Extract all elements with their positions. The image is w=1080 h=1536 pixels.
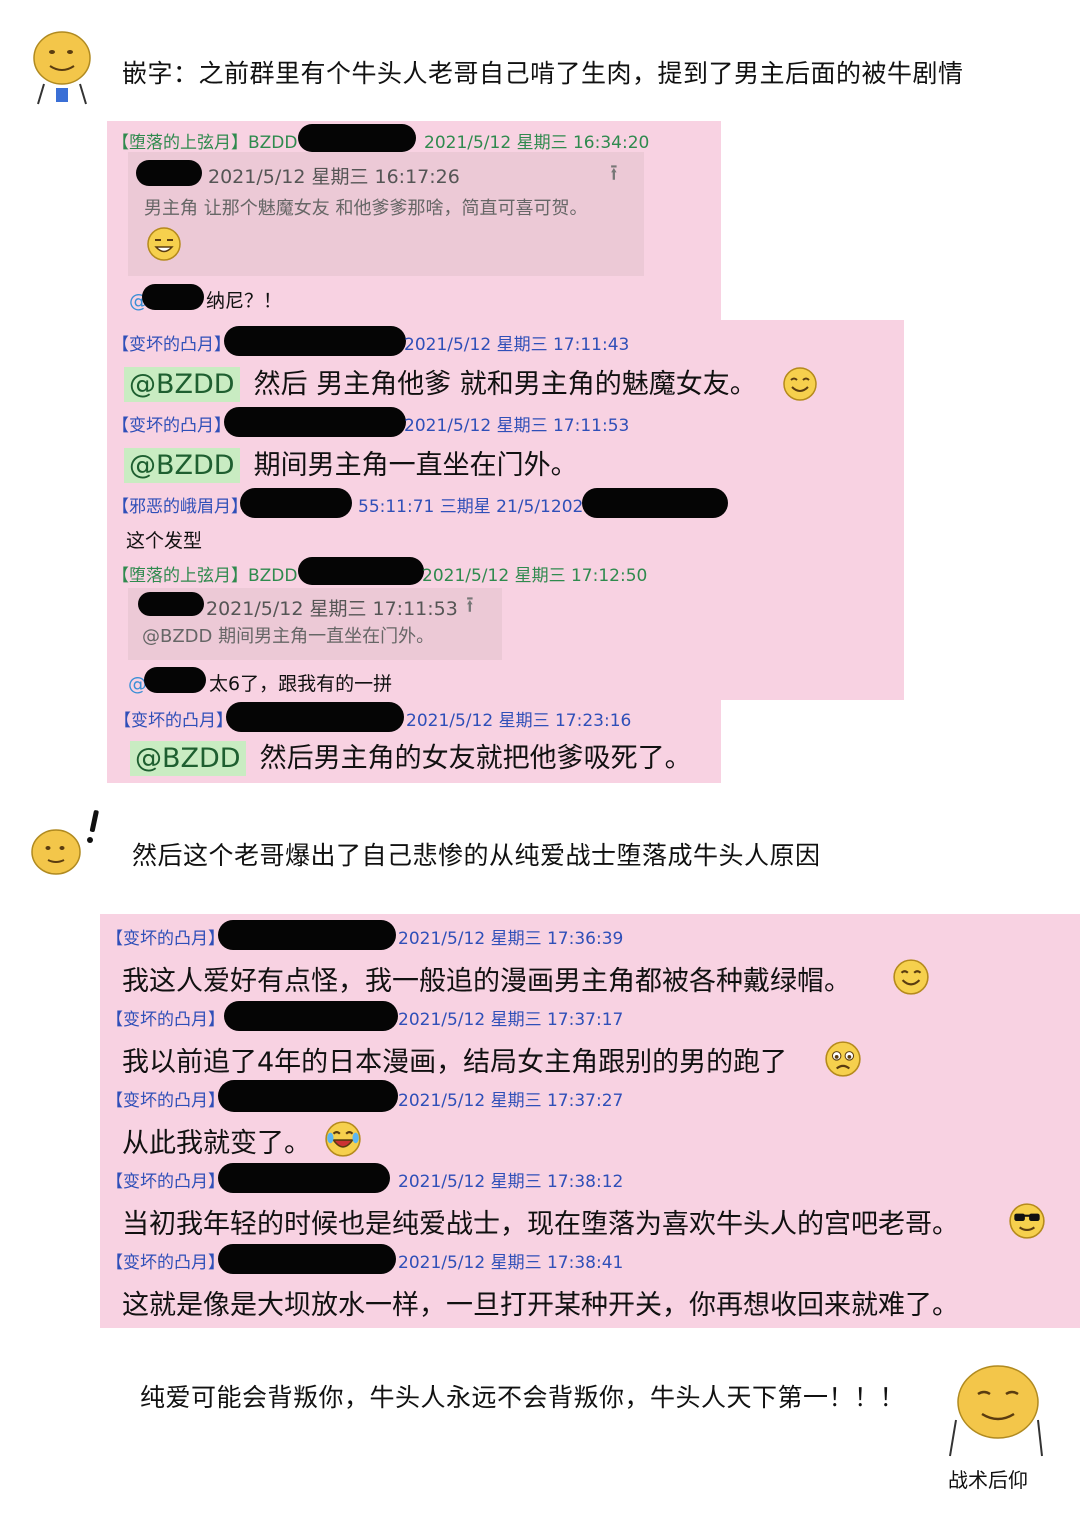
- redaction: [218, 920, 396, 950]
- message-text: 从此我就变了。: [122, 1128, 311, 1159]
- redaction: [582, 488, 728, 518]
- redaction: [218, 1163, 390, 1193]
- group-tag: 【变坏的凸月】: [106, 1253, 225, 1273]
- redaction: [298, 557, 424, 585]
- mention-chip[interactable]: @BZDD: [124, 448, 240, 483]
- jump-to-quote-icon[interactable]: ⭱: [466, 588, 474, 626]
- message-timestamp: 2021/5/12 星期三 17:38:41: [398, 1253, 624, 1273]
- smile-emoji-icon: [782, 366, 818, 406]
- quote-text: 男主角 让那个魅魔女友 和他爹爹那啥，简直可喜可贺。: [144, 198, 588, 219]
- message-header: 【变坏的凸月】: [106, 1248, 225, 1273]
- sender-name: BZDD: [248, 133, 298, 153]
- mention-chip[interactable]: @BZDD: [130, 741, 246, 776]
- quote-text: @BZDD 期间男主角一直坐在门外。: [142, 626, 435, 647]
- redaction: [298, 124, 416, 152]
- message-timestamp: 2021/5/12 星期三 17:11:43: [404, 335, 630, 355]
- message-text: 当初我年轻的时候也是纯爱战士，现在堕落为喜欢牛头人的宫吧老哥。: [122, 1209, 959, 1240]
- message-timestamp: 2021/5/12 星期三 17:23:16: [406, 711, 632, 731]
- message-timestamp: 2021/5/12 星期三 17:11:53: [404, 416, 630, 436]
- group-tag: 【邪恶的峨眉月】: [112, 497, 248, 517]
- redaction: [138, 592, 204, 616]
- message-timestamp: 2021/5/12 星期三 17:12:50: [422, 566, 648, 586]
- doge-face-icon: [942, 1360, 1046, 1460]
- message-header: 【堕落的上弦月】BZDD: [112, 561, 298, 586]
- message-header: 【变坏的凸月】: [106, 1086, 225, 1111]
- message-header: 【变坏的凸月】: [106, 1005, 225, 1030]
- redaction: [224, 407, 406, 437]
- group-tag: 【变坏的凸月】: [106, 1091, 225, 1111]
- message-timestamp: 2021/5/12 星期三 17:37:17: [398, 1010, 624, 1030]
- sunglasses-emoji-icon: [1008, 1202, 1046, 1244]
- message-text: @BZDD 然后 男主角他爹 就和男主角的魅魔女友。: [124, 362, 757, 402]
- quote-timestamp: 2021/5/12 星期三 17:11:53: [206, 598, 458, 620]
- message-text: 这个发型: [126, 530, 203, 552]
- doge-face-icon: [26, 26, 98, 108]
- message-header: 【邪恶的峨眉月】: [112, 492, 248, 517]
- closing-caption: 纯爱可能会背叛你，牛头人永远不会背叛你，牛头人天下第一！！！: [140, 1383, 906, 1412]
- message-timestamp: 2021/5/12 星期三 16:34:20: [424, 133, 650, 153]
- doge-face-icon: [26, 808, 102, 880]
- message-timestamp: 2021/5/12 星期三 17:37:27: [398, 1091, 624, 1111]
- message-timestamp: 55:11:71 三期星 21/5/1202: [358, 497, 584, 517]
- mention-chip[interactable]: @BZDD: [124, 367, 240, 402]
- message-header: 【变坏的凸月】: [112, 411, 231, 436]
- quote-timestamp: 2021/5/12 星期三 16:17:26: [208, 166, 460, 188]
- group-tag: 【堕落的上弦月】: [112, 133, 248, 153]
- middle-caption: 然后这个老哥爆出了自己悲惨的从纯爱战士堕落成牛头人原因: [132, 841, 821, 870]
- redaction: [240, 488, 352, 518]
- redaction: [144, 667, 206, 693]
- redaction: [226, 702, 404, 732]
- quoted-message: 2021/5/12 星期三 17:11:53 ⭱ @BZDD 期间男主角一直坐在…: [128, 588, 502, 660]
- message-text: 我以前追了4年的日本漫画，结局女主角跟别的男的跑了: [122, 1047, 788, 1078]
- redaction: [136, 160, 202, 186]
- jump-to-quote-icon[interactable]: ⭱: [610, 156, 618, 194]
- group-tag: 【变坏的凸月】: [106, 1172, 225, 1192]
- message-header: 【变坏的凸月】: [112, 330, 231, 355]
- message-text: @BZDD 然后男主角的女友就把他爹吸死了。: [130, 736, 692, 776]
- group-tag: 【堕落的上弦月】: [112, 566, 248, 586]
- laugh-cry-emoji-icon: [324, 1120, 362, 1162]
- message-header: 【堕落的上弦月】BZDD: [112, 128, 298, 153]
- sender-name: BZDD: [248, 566, 298, 586]
- message-text: 这就是像是大坝放水一样，一旦打开某种开关，你再想收回来就难了。: [122, 1290, 959, 1321]
- message-text: 我这人爱好有点怪，我一般追的漫画男主角都被各种戴绿帽。: [122, 966, 851, 997]
- sad-emoji-icon: [824, 1040, 862, 1082]
- message-header: 【变坏的凸月】: [114, 706, 233, 731]
- grin-emoji-icon: [146, 226, 182, 266]
- intro-caption: 嵌字：之前群里有个牛头人老哥自己啃了生肉，提到了男主后面的被牛剧情: [122, 59, 964, 88]
- quoted-message: 2021/5/12 星期三 16:17:26 ⭱ 男主角 让那个魅魔女友 和他爹…: [128, 152, 644, 276]
- redaction: [218, 1244, 396, 1274]
- redaction: [224, 1001, 398, 1031]
- group-tag: 【变坏的凸月】: [106, 929, 225, 949]
- message-timestamp: 2021/5/12 星期三 17:38:12: [398, 1172, 624, 1192]
- smile-emoji-icon: [892, 958, 930, 1000]
- message-text: @BZDD 期间男主角一直坐在门外。: [124, 443, 578, 483]
- sticker-label: 战术后仰: [948, 1468, 1028, 1492]
- group-tag: 【变坏的凸月】: [112, 335, 231, 355]
- redaction: [224, 326, 406, 356]
- redaction: [218, 1080, 398, 1112]
- group-tag: 【变坏的凸月】: [114, 711, 233, 731]
- message-timestamp: 2021/5/12 星期三 17:36:39: [398, 929, 624, 949]
- message-header: 【变坏的凸月】: [106, 1167, 225, 1192]
- group-tag: 【变坏的凸月】: [112, 416, 231, 436]
- redaction: [142, 284, 204, 310]
- group-tag: 【变坏的凸月】: [106, 1010, 225, 1030]
- message-header: 【变坏的凸月】: [106, 924, 225, 949]
